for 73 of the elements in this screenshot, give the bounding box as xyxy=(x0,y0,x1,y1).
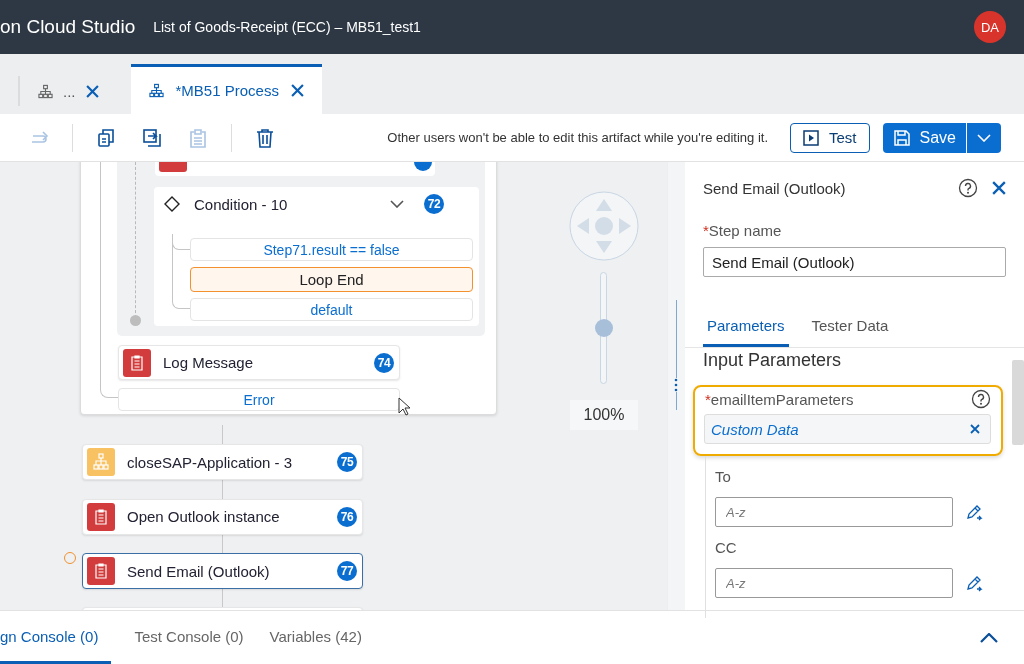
step-card[interactable]: Send Email (Outlook) 77 xyxy=(82,553,363,589)
loop-end-step[interactable]: Loop End xyxy=(190,267,473,292)
close-icon[interactable] xyxy=(85,84,99,98)
step-name-field[interactable]: Send Email (Outlook) xyxy=(703,247,1006,277)
field-value: Custom Data xyxy=(711,420,799,438)
section-title: Input Parameters xyxy=(703,350,843,371)
step-number-badge: 75 xyxy=(337,452,357,472)
pencil-icon[interactable] xyxy=(965,503,983,521)
save-button[interactable]: Save xyxy=(882,122,966,153)
hierarchy-icon xyxy=(148,83,164,98)
hierarchy-icon xyxy=(87,448,115,476)
branch-label[interactable]: Step71.result == false xyxy=(190,238,473,261)
hierarchy-icon xyxy=(38,83,53,99)
zoom-level: 100% xyxy=(570,400,638,430)
value-field[interactable]: Custom Data xyxy=(704,414,991,444)
field-label: *Step name xyxy=(703,222,783,239)
editor-tab[interactable]: *MB51 Process xyxy=(130,64,322,114)
zoom-slider-thumb[interactable] xyxy=(595,319,613,337)
console-tab[interactable]: gn Console (0) xyxy=(0,611,112,664)
zoom-slider[interactable] xyxy=(595,272,613,384)
end-dot xyxy=(130,315,141,326)
step-label: Open Outlook instance xyxy=(127,508,281,525)
step-label: Send Email (Outlook) xyxy=(127,562,271,580)
field-label: To xyxy=(715,467,732,485)
close-icon[interactable] xyxy=(290,84,304,97)
step-number-badge: 72 xyxy=(424,194,444,214)
close-icon[interactable] xyxy=(992,181,1006,195)
user-avatar[interactable]: DA xyxy=(974,11,1006,43)
editor-tab[interactable]: ... xyxy=(18,76,117,106)
editing-notice: Other users won't be able to edit this artifact while you're editing it. xyxy=(387,130,768,145)
drag-handle-icon[interactable] xyxy=(674,378,678,392)
diamond-icon xyxy=(164,196,180,212)
clipboard-icon xyxy=(87,557,115,585)
delete-icon[interactable] xyxy=(255,127,275,148)
condition-card[interactable]: Condition - 10 72 Step71.result == false Loop End default xyxy=(154,187,479,326)
play-icon xyxy=(803,129,819,146)
step-card[interactable]: Log Message 74 xyxy=(118,345,400,380)
step-number-badge: 76 xyxy=(337,506,357,527)
chevron-up-icon[interactable] xyxy=(980,632,998,643)
step-card[interactable]: closeSAP-Application - 3 75 xyxy=(82,444,363,480)
condition-title: Condition - 10 xyxy=(194,195,289,213)
clipboard-icon xyxy=(123,348,151,377)
panel-title: Send Email (Outlook) xyxy=(703,179,847,197)
step-number-badge: 74 xyxy=(374,352,394,373)
step-card[interactable]: Open Outlook instance 76 xyxy=(82,498,363,535)
test-button[interactable]: Test xyxy=(790,122,870,153)
panel-tab[interactable]: Parameters xyxy=(703,311,789,347)
save-menu-button[interactable] xyxy=(966,122,1001,153)
chevron-down-icon xyxy=(977,133,991,142)
step-label: Log Message xyxy=(163,354,255,371)
branch-label[interactable]: Error xyxy=(118,388,400,411)
copy-icon[interactable] xyxy=(96,127,116,148)
help-icon[interactable] xyxy=(971,389,991,409)
input-field[interactable]: A-z xyxy=(715,497,953,527)
pencil-icon[interactable] xyxy=(965,574,983,592)
floppy-icon xyxy=(892,128,911,147)
step-label: closeSAP-Application - 3 xyxy=(127,453,294,471)
document-title: List of Goods-Receipt (ECC) – MB51_test1 xyxy=(153,19,421,35)
clipboard-icon xyxy=(87,502,115,531)
clear-icon[interactable] xyxy=(970,424,980,434)
chevron-down-icon[interactable] xyxy=(390,200,404,208)
app-title: on Cloud Studio xyxy=(0,16,136,38)
help-icon[interactable] xyxy=(958,178,978,198)
input-field[interactable]: A-z xyxy=(715,568,953,598)
field-label: CC xyxy=(715,538,738,556)
field-label: *emailItemParameters xyxy=(705,390,854,408)
branch-label[interactable]: default xyxy=(190,298,473,321)
console-tab[interactable]: Test Console (0) xyxy=(121,611,257,664)
step-number-badge: 77 xyxy=(337,561,357,581)
panel-tab[interactable]: Tester Data xyxy=(807,311,893,347)
import-icon[interactable] xyxy=(142,127,162,148)
scrollbar[interactable] xyxy=(1012,360,1024,445)
console-tab[interactable]: Variables (42) xyxy=(256,611,375,664)
